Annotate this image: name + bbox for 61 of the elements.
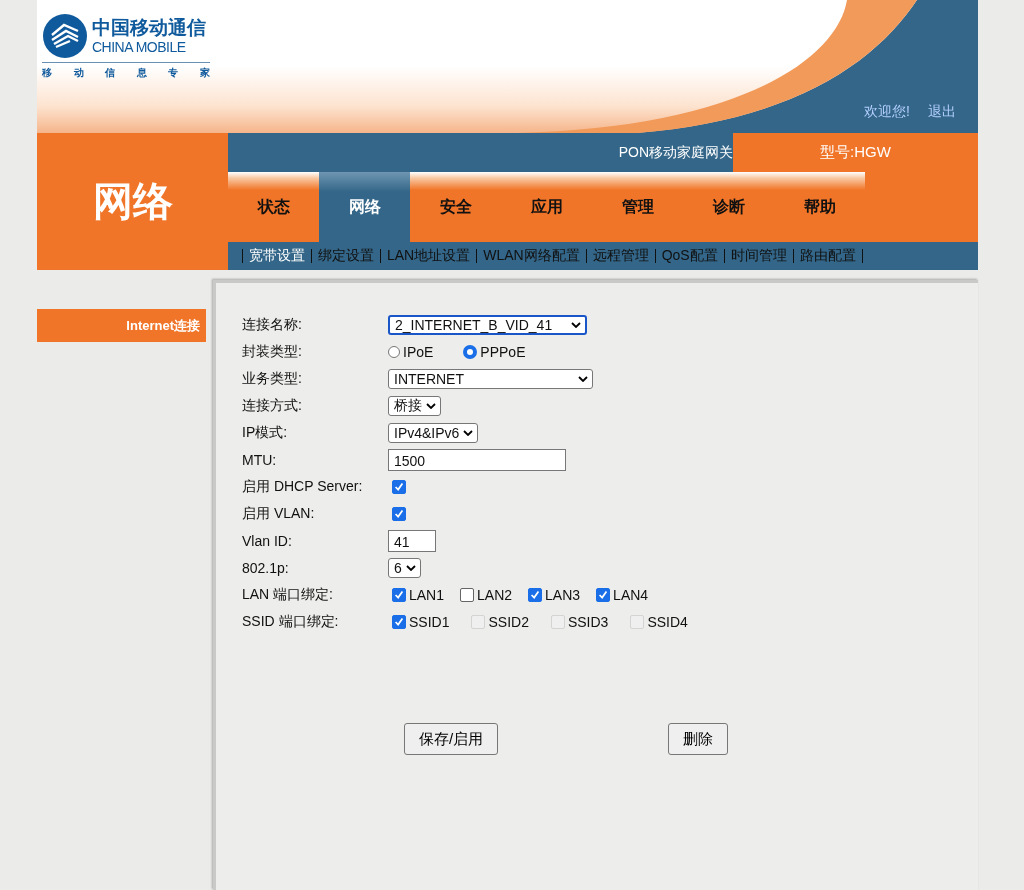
form-button[interactable]: 保存/启用: [404, 723, 499, 755]
input-field[interactable]: 1500: [388, 448, 566, 471]
brand-name-english: CHINA MOBILE: [92, 39, 187, 55]
field-label: 启用 DHCP Server:: [242, 477, 364, 496]
radio-button[interactable]: [463, 344, 478, 359]
dropdown[interactable]: 桥接: [388, 395, 441, 416]
option-label: SSID4: [647, 613, 688, 630]
option-label: SSID3: [567, 613, 609, 630]
slogan-character: 家: [199, 66, 210, 80]
option-label: SSID2: [488, 613, 529, 630]
field-label: LAN 端口绑定:: [242, 585, 334, 604]
slogan-character: 动: [73, 66, 84, 80]
logo-icon: [42, 13, 88, 59]
chevron-down-icon: [463, 429, 474, 436]
model-label: 型号:HGW: [733, 133, 978, 172]
slogan-character: 专: [168, 66, 179, 80]
option-label: SSID1: [409, 613, 450, 630]
checkbox[interactable]: [460, 587, 475, 602]
input-field[interactable]: 41: [388, 529, 436, 552]
chevron-down-icon: [571, 321, 581, 328]
brand-name: 中国移动通信: [92, 17, 206, 39]
dropdown[interactable]: IPv4&IPv6: [388, 422, 479, 443]
field-label: 连接方式:: [242, 396, 303, 415]
submenu-link[interactable]: 宽带设置: [249, 247, 305, 265]
checkbox[interactable]: [392, 587, 406, 602]
option-label: PPPoE: [480, 343, 526, 360]
option-label: LAN2: [477, 586, 513, 603]
logout-link[interactable]: 退出: [928, 103, 956, 121]
welcome-link[interactable]: 欢迎您!: [864, 103, 910, 121]
option-label: LAN4: [613, 586, 649, 603]
form-button[interactable]: 删除: [668, 723, 729, 755]
slogan-character: 移: [42, 66, 52, 80]
checkbox[interactable]: [596, 587, 611, 602]
checkbox[interactable]: [392, 479, 406, 494]
section-title: 网络: [37, 133, 228, 270]
field-label: Vlan ID:: [242, 532, 293, 549]
option-label: LAN1: [409, 586, 445, 603]
field-label: MTU:: [242, 451, 278, 468]
slogan-character: 信: [105, 66, 116, 80]
chevron-down-icon: [426, 402, 436, 409]
chevron-down-icon: [578, 375, 588, 382]
product-title-bar: PON移动家庭网关: [228, 133, 733, 172]
nav-tab[interactable]: 网络: [319, 172, 410, 242]
field-label: 业务类型:: [242, 369, 303, 388]
field-label: 启用 VLAN:: [242, 504, 316, 523]
field-label: 封装类型:: [242, 342, 303, 361]
slogan-character: 息: [136, 66, 147, 80]
checkbox[interactable]: [392, 614, 406, 629]
dropdown[interactable]: 6: [388, 557, 421, 578]
field-label: 802.1p:: [242, 559, 290, 576]
dropdown[interactable]: 2_INTERNET_B_VID_41: [388, 314, 587, 335]
option-label: LAN3: [545, 586, 581, 603]
chevron-down-icon: [405, 564, 416, 571]
field-label: IP模式:: [242, 423, 289, 442]
option-label: IPoE: [403, 343, 434, 360]
checkbox[interactable]: [528, 587, 543, 602]
dropdown[interactable]: INTERNET: [388, 368, 593, 389]
field-label: 连接名称:: [242, 315, 303, 334]
field-label: SSID 端口绑定:: [242, 612, 340, 631]
checkbox[interactable]: [392, 506, 406, 521]
radio-button[interactable]: [388, 345, 400, 358]
